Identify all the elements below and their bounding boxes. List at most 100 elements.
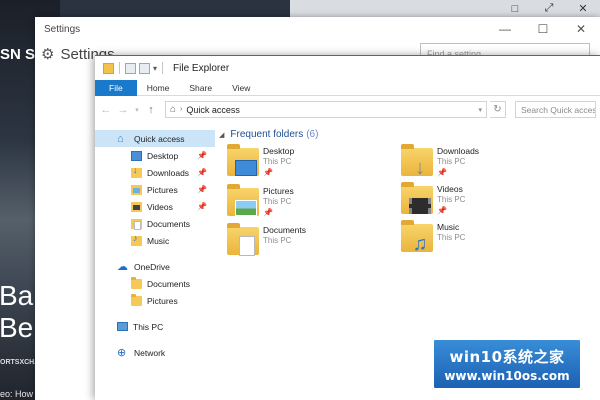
settings-minimize-button[interactable]: — — [486, 17, 524, 41]
forward-arrow-icon[interactable]: → — [116, 104, 130, 116]
tab-home[interactable]: Home — [137, 80, 180, 96]
folder-name: Documents — [263, 225, 306, 235]
folder-icon — [131, 276, 142, 289]
music-icon — [131, 233, 142, 246]
sidebar-item-network[interactable]: ⊕ Network — [95, 344, 217, 361]
sidebar-item-label: Pictures — [147, 295, 178, 306]
properties-icon[interactable] — [125, 62, 136, 74]
videos-icon — [131, 201, 142, 212]
customize-toolbar-icon[interactable]: ▾ — [153, 64, 157, 73]
pictures-icon — [131, 184, 142, 195]
folder-tile-documents[interactable]: Documents This PC — [227, 223, 377, 265]
background-maximize-icon[interactable]: □ — [498, 0, 532, 17]
folder-tile-pictures[interactable]: Pictures This PC 📌 — [227, 184, 377, 226]
tab-file[interactable]: File — [95, 80, 137, 96]
folder-tile-videos[interactable]: Videos This PC 📌 — [401, 182, 551, 224]
sidebar-item-label: Quick access — [134, 133, 185, 144]
download-arrow-icon: ↓ — [415, 157, 425, 179]
folder-location: This PC — [263, 197, 292, 206]
sidebar-item-label: Videos — [147, 201, 173, 212]
pin-icon: 📌 — [437, 168, 447, 177]
folder-icon — [227, 223, 259, 256]
background-brand-text: SN SI — [0, 46, 40, 63]
tab-view[interactable]: View — [222, 80, 260, 96]
address-dropdown-icon[interactable]: ▾ — [478, 106, 482, 114]
folder-icon: ↓ — [401, 144, 433, 179]
sidebar-item-label: Desktop — [147, 150, 179, 161]
search-input[interactable]: Search Quick access — [515, 101, 596, 118]
folder-icon — [227, 144, 259, 176]
sidebar-item-label: Documents — [147, 278, 190, 289]
back-arrow-icon[interactable]: ← — [99, 104, 113, 116]
downloads-icon — [131, 165, 142, 178]
sidebar-item-music[interactable]: Music — [95, 232, 217, 249]
group-count: (6) — [306, 129, 319, 140]
sidebar-item-this-pc[interactable]: This PC — [95, 318, 217, 335]
settings-maximize-button[interactable]: ☐ — [524, 17, 562, 41]
cloud-icon: ☁ — [117, 260, 128, 273]
sidebar-item-pictures[interactable]: Pictures 📌 — [95, 181, 217, 198]
collapse-chevron-icon[interactable]: ◢ — [219, 131, 224, 139]
refresh-icon[interactable]: ↻ — [490, 101, 506, 118]
folder-location: This PC — [263, 236, 292, 245]
folder-tile-music[interactable]: ♫ Music This PC — [401, 220, 551, 262]
background-close-icon[interactable]: ✕ — [566, 0, 600, 17]
desktop-icon — [235, 160, 257, 176]
watermark-title: win10系统之家 — [449, 348, 565, 366]
pin-icon: 📌 — [197, 151, 207, 160]
explorer-titlebar[interactable]: ▾ File Explorer — [95, 56, 600, 80]
sidebar-item-documents[interactable]: Documents — [95, 215, 217, 232]
folder-location: This PC — [437, 157, 466, 166]
folder-name: Pictures — [263, 186, 294, 196]
watermark-url: www.win10os.com — [444, 369, 570, 383]
folder-tile-downloads[interactable]: ↓ Downloads This PC 📌 — [401, 144, 551, 186]
ribbon-tabs: File Home Share View — [95, 80, 600, 96]
up-arrow-icon[interactable]: ↑ — [144, 104, 158, 116]
sidebar-item-label: Music — [147, 235, 170, 246]
frequent-folders-header[interactable]: ◢ Frequent folders (6) — [219, 129, 318, 140]
folder-icon — [103, 62, 114, 74]
film-strip-icon — [409, 198, 431, 214]
sidebar-item-desktop[interactable]: Desktop 📌 — [95, 147, 217, 164]
background-window-titlebar: □ ⤢ ✕ — [290, 0, 600, 17]
sidebar-item-onedrive[interactable]: ☁ OneDrive — [95, 258, 217, 275]
sidebar-item-onedrive-documents[interactable]: Documents — [95, 275, 217, 292]
folder-location: This PC — [437, 233, 466, 242]
breadcrumb-quick-access[interactable]: Quick access — [186, 105, 474, 115]
new-folder-icon[interactable] — [139, 62, 150, 74]
sidebar-item-downloads[interactable]: Downloads 📌 — [95, 164, 217, 181]
pictures-icon — [235, 200, 257, 216]
folder-icon — [131, 293, 142, 306]
watermark-badge: win10系统之家 www.win10os.com — [432, 338, 582, 390]
sidebar-item-label: This PC — [133, 321, 164, 332]
toolbar-divider — [119, 62, 120, 74]
settings-window-controls: — ☐ ✕ — [486, 17, 600, 41]
sidebar-item-videos[interactable]: Videos 📌 — [95, 198, 217, 215]
toolbar-divider — [162, 62, 164, 74]
music-note-icon: ♫ — [412, 233, 428, 255]
background-resize-icon[interactable]: ⤢ — [532, 0, 566, 17]
sidebar-item-onedrive-pictures[interactable]: Pictures — [95, 292, 217, 309]
home-icon: ⌂ — [170, 104, 177, 115]
folder-name: Desktop — [263, 146, 295, 156]
tab-share[interactable]: Share — [179, 80, 222, 96]
navigation-pane: ⌂ Quick access Desktop 📌 Downloads 📌 Pic… — [95, 126, 217, 400]
address-bar[interactable]: ⌂ › Quick access ▾ — [165, 101, 487, 118]
computer-icon — [117, 322, 128, 331]
sidebar-item-label: Documents — [147, 218, 190, 229]
network-icon: ⊕ — [117, 346, 127, 359]
pin-icon: 📌 — [263, 208, 273, 217]
explorer-window-title: File Explorer — [173, 62, 230, 74]
settings-close-button[interactable]: ✕ — [562, 17, 600, 41]
quick-access-toolbar: ▾ — [103, 62, 165, 74]
folder-tile-desktop[interactable]: Desktop This PC 📌 — [227, 144, 377, 186]
folder-icon — [227, 184, 259, 216]
sidebar-item-quick-access[interactable]: ⌂ Quick access — [95, 130, 215, 147]
chevron-right-icon[interactable]: › — [180, 106, 182, 113]
documents-icon — [131, 218, 142, 230]
recent-locations-chevron-icon[interactable]: ▾ — [133, 106, 141, 114]
settings-titlebar[interactable]: Settings — ☐ ✕ — [35, 17, 600, 43]
